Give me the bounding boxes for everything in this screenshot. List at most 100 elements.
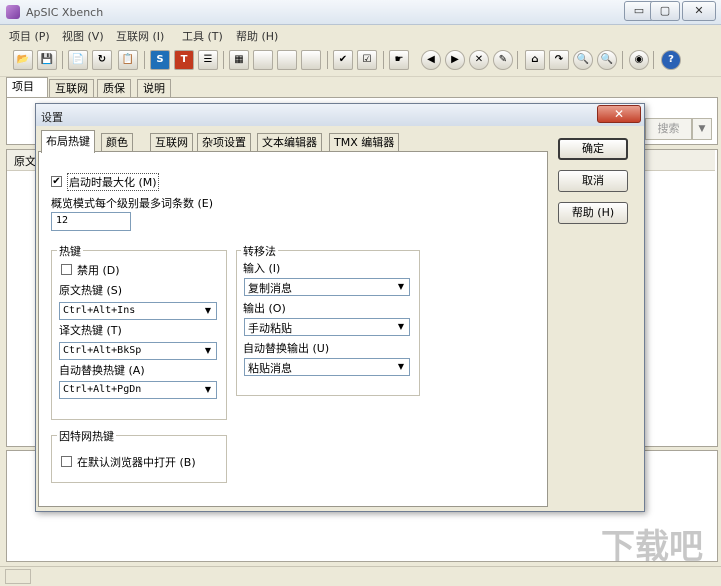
zoom-in-icon[interactable]: 🔍	[573, 50, 593, 70]
status-bar	[0, 566, 721, 586]
target-hotkey-label: 译文热键 (T)	[59, 324, 122, 337]
dialog-title: 设置	[41, 111, 63, 124]
window-title: ApSIC Xbench	[26, 6, 104, 19]
toolbar-separator	[223, 51, 224, 69]
chevron-down-icon: ▼	[200, 303, 216, 319]
menu-tools[interactable]: 工具 (T)	[182, 28, 223, 44]
tab-qa[interactable]: 质保	[97, 79, 131, 98]
checklist-icon[interactable]: ☑	[357, 50, 377, 70]
source-icon[interactable]: S	[150, 50, 170, 70]
tab-page: ✔ 启动时最大化 (M) 概览模式每个级别最多词条数 (E) 12 热键 禁用 …	[38, 151, 548, 507]
target-icon[interactable]: T	[174, 50, 194, 70]
maximize-button[interactable]: ▢	[650, 1, 680, 21]
dialog-title-bar	[36, 104, 644, 126]
tab-tmx-editor[interactable]: TMX 编辑器	[329, 133, 400, 152]
chevron-down-icon: ▼	[200, 382, 216, 398]
autoreplace-output-combo[interactable]: 粘贴消息 ▼	[244, 358, 410, 376]
tab-colors[interactable]: 颜色	[101, 133, 133, 152]
autoreplace-output-value: 粘贴消息	[248, 362, 292, 375]
list-icon[interactable]: ☰	[198, 50, 218, 70]
output-method-label: 输出 (O)	[243, 302, 286, 315]
blank-1-icon[interactable]	[253, 50, 273, 70]
hotkeys-group-label: 热键	[57, 243, 83, 259]
menu-project[interactable]: 项目 (P)	[9, 28, 50, 44]
overview-max-input[interactable]: 12	[51, 212, 131, 231]
output-method-combo[interactable]: 手动粘贴 ▼	[244, 318, 410, 336]
add-files-icon[interactable]: 📄	[68, 50, 88, 70]
disable-hotkeys-checkbox[interactable]	[61, 264, 72, 275]
blank-2-icon[interactable]	[277, 50, 297, 70]
target-hotkey-value: Ctrl+Alt+BkSp	[63, 345, 142, 356]
open-folder-icon[interactable]: 📂	[13, 50, 33, 70]
check-icon[interactable]: ✔	[333, 50, 353, 70]
menu-internet[interactable]: 互联网 (I)	[116, 28, 164, 44]
output-method-value: 手动粘贴	[248, 322, 292, 335]
chevron-down-icon: ▼	[200, 343, 216, 359]
toolbar-separator	[144, 51, 145, 69]
ok-button[interactable]: 确定	[558, 138, 628, 160]
close-window-button[interactable]: ✕	[682, 1, 716, 21]
forward-icon[interactable]: ▶	[445, 50, 465, 70]
maximize-label: 启动时最大化 (M)	[67, 173, 159, 191]
source-column-header[interactable]: 原文	[14, 153, 36, 169]
menu-bar	[0, 25, 721, 45]
tab-text-editor[interactable]: 文本编辑器	[257, 133, 322, 152]
autoreplace-output-label: 自动替换输出 (U)	[243, 342, 330, 355]
autoreplace-hotkey-value: Ctrl+Alt+PgDn	[63, 384, 142, 395]
svg-text:下载吧: 下载吧	[601, 527, 703, 567]
status-cell	[5, 569, 31, 584]
open-in-browser-label: 在默认浏览器中打开 (B)	[77, 456, 196, 469]
dialog-close-button[interactable]: ✕	[597, 105, 641, 123]
search-button[interactable]: 搜索	[645, 118, 692, 140]
disable-hotkeys-label: 禁用 (D)	[77, 264, 120, 277]
properties-icon[interactable]: 📋	[118, 50, 138, 70]
blank-3-icon[interactable]	[301, 50, 321, 70]
target-hotkey-combo[interactable]: Ctrl+Alt+BkSp ▼	[59, 342, 217, 360]
chevron-down-icon: ▼	[393, 319, 409, 335]
toolbar-separator	[517, 51, 518, 69]
search-dropdown-icon[interactable]: ▼	[692, 118, 712, 140]
tab-internet[interactable]: 互联网	[49, 79, 94, 98]
input-method-value: 复制消息	[248, 282, 292, 295]
toolbar-separator	[383, 51, 384, 69]
maximize-checkbox[interactable]: ✔	[51, 176, 62, 187]
globe-icon[interactable]: ◉	[629, 50, 649, 70]
toolbar-separator	[622, 51, 623, 69]
app-logo-icon	[6, 5, 20, 19]
redo-icon[interactable]: ↷	[549, 50, 569, 70]
color-grid-icon[interactable]: ▦	[229, 50, 249, 70]
autoreplace-hotkey-combo[interactable]: Ctrl+Alt+PgDn ▼	[59, 381, 217, 399]
chevron-down-icon: ▼	[393, 359, 409, 375]
back-icon[interactable]: ◀	[421, 50, 441, 70]
edit-icon[interactable]: ✎	[493, 50, 513, 70]
close-icon: ✕	[613, 107, 625, 121]
source-hotkey-combo[interactable]: Ctrl+Alt+Ins ▼	[59, 302, 217, 320]
overview-max-value: 12	[56, 215, 69, 226]
settings-dialog: 设置 ✕ 布局热键 颜色 互联网 杂项设置 文本编辑器 TMX 编辑器 ✔ 启动…	[35, 103, 645, 512]
tab-misc[interactable]: 杂项设置	[197, 133, 251, 152]
help-icon[interactable]: ?	[661, 50, 681, 70]
hand-icon[interactable]: ☛	[389, 50, 409, 70]
refresh-icon[interactable]: ↻	[92, 50, 112, 70]
input-method-combo[interactable]: 复制消息 ▼	[244, 278, 410, 296]
tab-layout-hotkeys[interactable]: 布局热键	[41, 130, 95, 153]
save-icon[interactable]: 💾	[37, 50, 57, 70]
title-bar	[0, 0, 721, 25]
help-button[interactable]: 帮助 (H)	[558, 202, 628, 224]
transfer-group-label: 转移法	[241, 243, 278, 259]
menu-help[interactable]: 帮助 (H)	[236, 28, 278, 44]
autoreplace-hotkey-label: 自动替换热键 (A)	[59, 364, 145, 377]
menu-view[interactable]: 视图 (V)	[62, 28, 104, 44]
watermark-logo: 下载吧	[601, 527, 703, 567]
toolbar-separator	[62, 51, 63, 69]
zoom-out-icon[interactable]: 🔍	[597, 50, 617, 70]
open-in-browser-checkbox[interactable]	[61, 456, 72, 467]
tab-internet[interactable]: 互联网	[150, 133, 193, 152]
toolbar-separator	[327, 51, 328, 69]
home-icon[interactable]: ⌂	[525, 50, 545, 70]
input-method-label: 输入 (I)	[243, 262, 281, 275]
cancel-button[interactable]: 取消	[558, 170, 628, 192]
tab-notes[interactable]: 说明	[137, 79, 171, 98]
stop-icon[interactable]: ✕	[469, 50, 489, 70]
tab-project[interactable]: 项目	[6, 77, 48, 98]
